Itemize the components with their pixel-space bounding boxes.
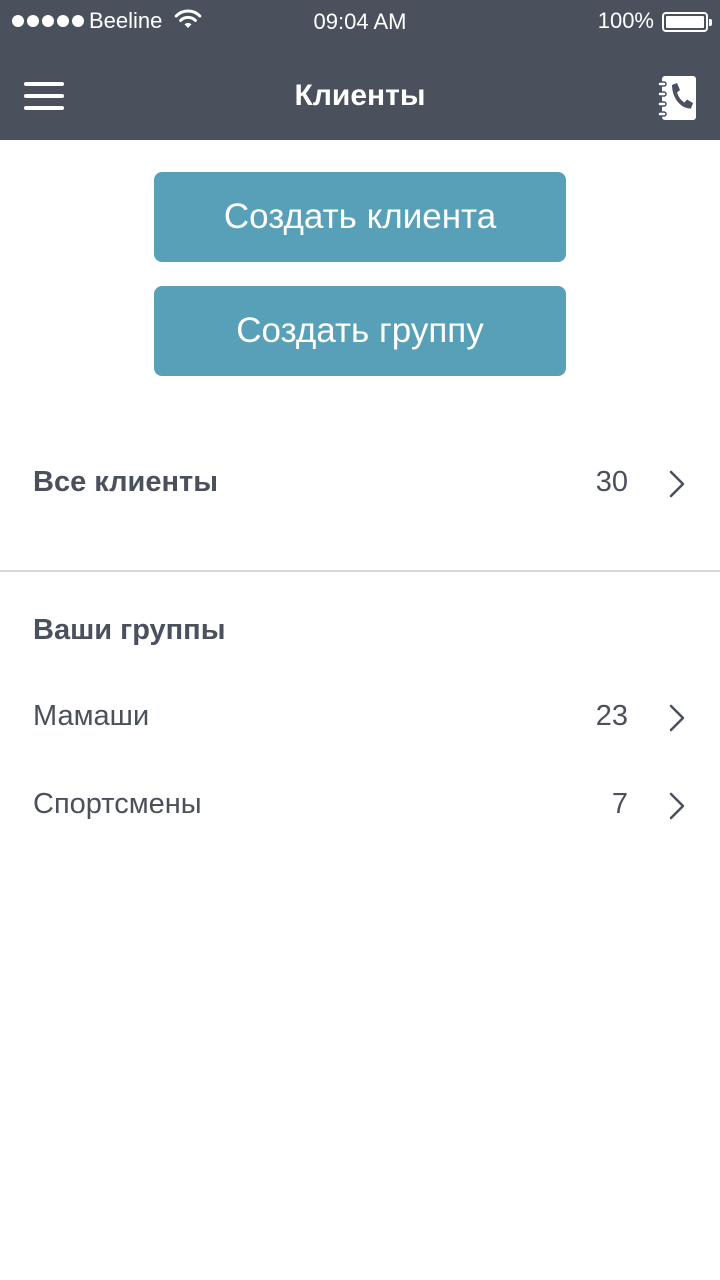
chevron-right-icon xyxy=(669,792,685,820)
group-count: 23 xyxy=(595,700,628,732)
status-bar: Beeline 09:04 AM 100% xyxy=(0,0,720,44)
groups-section-title: Ваши группы xyxy=(33,614,226,646)
chevron-right-icon xyxy=(669,704,685,732)
group-row-mamashi[interactable]: Мамаши 23 xyxy=(0,688,720,748)
group-count: 7 xyxy=(611,788,628,820)
all-clients-count: 30 xyxy=(595,466,628,498)
top-bar: Beeline 09:04 AM 100% Клиенты xyxy=(0,0,720,140)
battery-icon xyxy=(662,12,712,32)
group-row-sportsmeny[interactable]: Спортсмены 7 xyxy=(0,776,720,836)
group-label: Мамаши xyxy=(33,700,150,732)
create-client-button[interactable]: Создать клиента xyxy=(154,172,566,262)
group-label: Спортсмены xyxy=(33,788,202,820)
chevron-right-icon xyxy=(669,470,685,498)
battery-percentage: 100% xyxy=(597,8,654,33)
page-title: Клиенты xyxy=(294,79,426,112)
divider xyxy=(0,570,720,572)
create-group-button[interactable]: Создать группу xyxy=(154,286,566,376)
phone-book-icon[interactable] xyxy=(656,74,698,122)
all-clients-row[interactable]: Все клиенты 30 xyxy=(0,454,720,514)
all-clients-label: Все клиенты xyxy=(33,466,218,498)
